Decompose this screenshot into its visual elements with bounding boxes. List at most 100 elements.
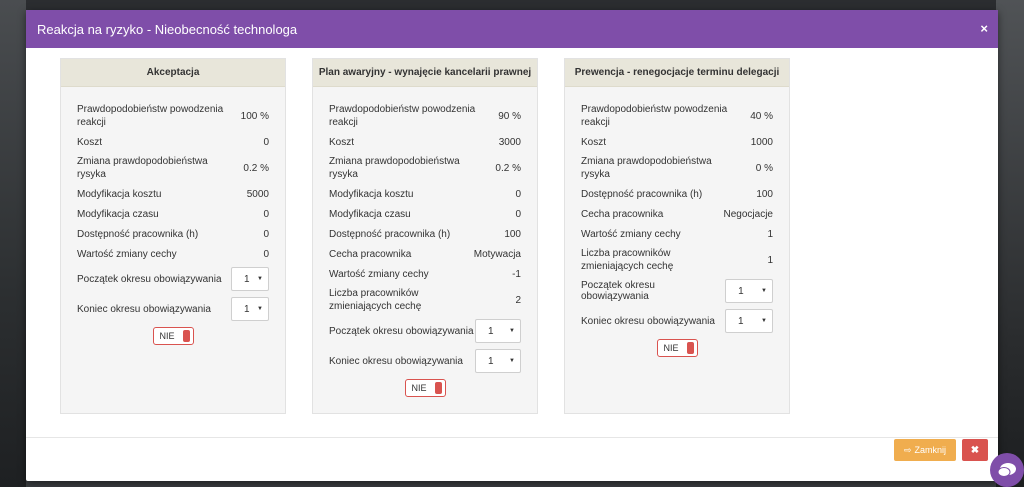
field-label: Liczba pracowników zmieniających cechę [581, 248, 674, 272]
field-row: Cecha pracownika Negocjacje [581, 207, 773, 221]
select-value: 1 [738, 285, 744, 297]
field-row: Dostępność pracownika (h) 100 [581, 187, 773, 201]
field-row: Zmiana prawdopodobieństwa rysyka 0.2 % [329, 155, 521, 181]
field-row: Liczba pracowników zmieniających cechę 2 [329, 287, 521, 313]
field-label: Wartość zmiany cechy [329, 268, 429, 280]
background-top [0, 0, 1024, 10]
background-left [0, 0, 26, 487]
field-label: Liczba pracowników zmieniających cechę [329, 288, 422, 312]
toggle-label: NIE [159, 331, 175, 341]
end-period-select[interactable]: 1 ▼ [475, 349, 521, 373]
select-toggle[interactable]: NIE [152, 327, 194, 345]
end-period-select[interactable]: 1 ▼ [231, 297, 269, 321]
field-label: Cecha pracownika [329, 248, 412, 260]
field-row: Dostępność pracownika (h) 0 [77, 227, 269, 241]
field-label: Koszt [581, 136, 607, 148]
field-value: 1 [767, 254, 773, 266]
start-period-select[interactable]: 1 ▼ [231, 267, 269, 291]
sign-out-icon: ⇨ [903, 444, 912, 455]
field-value: 0.2 % [243, 162, 269, 174]
field-value: Negocjacje [723, 208, 773, 220]
field-value: 100 % [240, 110, 269, 122]
field-label: Początek okresu obowiązywania [329, 325, 474, 337]
chevron-down-icon: ▼ [761, 288, 767, 294]
field-label: Modyfikacja czasu [77, 208, 159, 220]
field-row: Liczba pracowników zmieniających cechę 1 [581, 247, 773, 273]
field-row: Modyfikacja czasu 0 [329, 207, 521, 221]
select-value: 1 [244, 273, 250, 285]
field-label: Prawdopodobieństw powodzenia reakcji [329, 104, 476, 128]
field-row: Wartość zmiany cechy 1 [581, 227, 773, 241]
field-value: 0 [263, 136, 269, 148]
chevron-down-icon: ▼ [509, 328, 515, 334]
select-value: 1 [244, 303, 250, 315]
field-label: Cecha pracownika [581, 208, 664, 220]
field-label: Początek okresu obowiązywania [581, 280, 655, 302]
field-row: Cecha pracownika Motywacja [329, 247, 521, 261]
toggle-label: NIE [663, 343, 679, 353]
start-period-row: Początek okresu obowiązywania 1 ▼ [581, 279, 773, 303]
field-value: 0 [263, 248, 269, 260]
field-label: Dostępność pracownika (h) [77, 228, 199, 240]
field-row: Prawdopodobieństw powodzenia reakcji 100 … [77, 103, 269, 129]
field-value: 5000 [246, 188, 269, 200]
field-label: Zmiana prawdopodobieństwa rysyka [329, 156, 460, 180]
field-row: Dostępność pracownika (h) 100 [329, 227, 521, 241]
modal-close-icon[interactable]: × [980, 21, 988, 36]
field-label: Koniec okresu obowiązywania [77, 303, 211, 315]
field-row: Prawdopodobieństw powodzenia reakcji 40 % [581, 103, 773, 129]
select-toggle[interactable]: NIE [656, 339, 698, 357]
end-period-select[interactable]: 1 ▼ [725, 309, 773, 333]
field-label: Modyfikacja czasu [329, 208, 411, 220]
field-value: Motywacja [473, 248, 521, 260]
field-label: Modyfikacja kosztu [77, 188, 162, 200]
select-toggle[interactable]: NIE [404, 379, 446, 397]
start-period-row: Początek okresu obowiązywania 1 ▼ [77, 267, 269, 291]
field-value: 0.2 % [495, 162, 521, 174]
field-label: Koniec okresu obowiązywania [329, 355, 463, 367]
panel-contingency-plan: Plan awaryjny - wynajęcie kancelarii pra… [312, 58, 538, 414]
field-value: 100 [504, 228, 521, 240]
field-row: Modyfikacja czasu 0 [77, 207, 269, 221]
start-period-select[interactable]: 1 ▼ [725, 279, 773, 303]
field-row: Prawdopodobieństw powodzenia reakcji 90 % [329, 103, 521, 129]
modal-title: Reakcja na ryzyko - Nieobecność technolo… [37, 21, 298, 37]
field-label: Wartość zmiany cechy [581, 228, 681, 240]
field-row: Zmiana prawdopodobieństwa rysyka 0.2 % [77, 155, 269, 181]
end-period-row: Koniec okresu obowiązywania 1 ▼ [581, 309, 773, 333]
modal-header: Reakcja na ryzyko - Nieobecność technolo… [26, 10, 998, 48]
field-row: Koszt 1000 [581, 135, 773, 149]
field-row: Koszt 0 [77, 135, 269, 149]
field-value: 40 % [750, 110, 773, 122]
panel-acceptance: Akceptacja Prawdopodobieństw powodzenia … [60, 58, 286, 414]
chat-bubble-button[interactable] [990, 453, 1024, 487]
field-value: 0 % [755, 162, 773, 174]
panel-header: Plan awaryjny - wynajęcie kancelarii pra… [313, 59, 537, 87]
chevron-down-icon: ▼ [257, 276, 263, 282]
modal-footer: ⇨ Zamknij ✖ [894, 439, 988, 461]
field-row: Koszt 3000 [329, 135, 521, 149]
background-right [996, 0, 1024, 487]
field-value: 1000 [750, 136, 773, 148]
field-label: Koszt [77, 136, 103, 148]
field-value: 0 [263, 208, 269, 220]
field-label: Zmiana prawdopodobieństwa rysyka [581, 156, 712, 180]
field-label: Dostępność pracownika (h) [581, 188, 703, 200]
field-label: Początek okresu obowiązywania [77, 273, 222, 285]
close-button[interactable]: ⇨ Zamknij [894, 439, 956, 461]
select-value: 1 [488, 325, 494, 337]
field-row: Modyfikacja kosztu 0 [329, 187, 521, 201]
field-label: Prawdopodobieństw powodzenia reakcji [77, 104, 224, 128]
field-value: 0 [263, 228, 269, 240]
select-value: 1 [738, 315, 744, 327]
dismiss-button[interactable]: ✖ [962, 439, 988, 461]
toggle-knob [434, 382, 442, 394]
end-period-row: Koniec okresu obowiązywania 1 ▼ [329, 349, 521, 373]
field-label: Koszt [329, 136, 355, 148]
field-value: 0 [515, 208, 521, 220]
start-period-select[interactable]: 1 ▼ [475, 319, 521, 343]
toggle-knob [686, 342, 694, 354]
panel-prevention: Prewencja - renegocjacje terminu delegac… [564, 58, 790, 414]
toggle-label: NIE [411, 383, 427, 393]
field-value: 3000 [498, 136, 521, 148]
